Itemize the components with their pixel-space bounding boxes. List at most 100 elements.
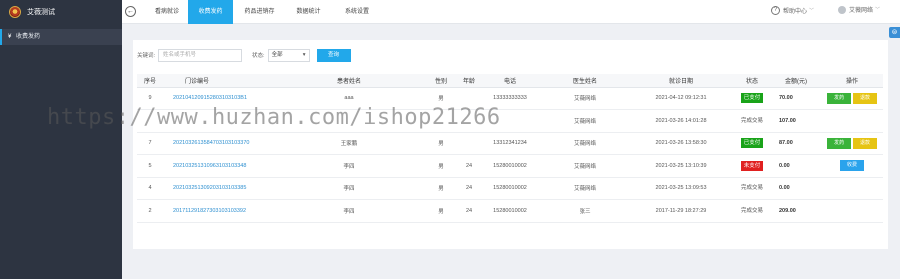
cell-no: 7 xyxy=(137,132,163,155)
tab-consultation[interactable]: 看病就诊 xyxy=(146,0,188,24)
col-amount: 金额(元) xyxy=(771,74,821,88)
cell-gender xyxy=(423,109,459,133)
status-select-value: 全部 xyxy=(271,51,283,58)
chevron-down-icon: ﹀ xyxy=(875,7,881,13)
keyword-label: 关键词: xyxy=(137,53,156,59)
table-row: 7 2021032613584703103103370 王家鹏男 1331234123… xyxy=(137,132,883,155)
cell-phone: 15280010002 xyxy=(479,154,541,178)
cell-amount: 70.00 xyxy=(771,87,821,110)
cell-name: 李四 xyxy=(275,177,423,200)
dispense-button[interactable]: 发药 xyxy=(827,92,851,104)
cell-age xyxy=(459,132,479,155)
cell-date: 2021-03-26 13:58:30 xyxy=(629,132,733,155)
cell-date: 2021-03-25 13:09:53 xyxy=(629,177,733,200)
cell-date: 2021-04-12 09:12:31 xyxy=(629,87,733,110)
main-panel: 关键词: 姓名或手机号 状态: 全部 ▾ 查询 序号 门诊编号 患者姓名 性别 … xyxy=(133,40,888,249)
col-age: 年龄 xyxy=(459,74,479,88)
table-row: 2 201711291827303103103392 李四男 24 1528001000… xyxy=(137,199,883,223)
question-icon: ? xyxy=(771,6,780,15)
cell-doctor: 艾薇网络 xyxy=(541,109,629,133)
cell-id[interactable]: 2021032613584703103103370 xyxy=(163,132,275,155)
cell-id[interactable]: 202103251309203103103385 xyxy=(163,177,275,200)
refund-button[interactable]: 退款 xyxy=(853,137,877,149)
cell-status: 未支付 xyxy=(733,154,771,178)
cell-doctor: 张三 xyxy=(541,199,629,223)
cell-actions: 发药 退款 xyxy=(821,87,883,110)
charge-button[interactable]: 收费 xyxy=(840,160,864,172)
cell-status: 完成交易 xyxy=(733,177,771,200)
status-badge: 完成交易 xyxy=(740,185,763,192)
cell-actions xyxy=(821,177,883,200)
cell-status: 完成交易 xyxy=(733,199,771,223)
cell-age: 24 xyxy=(459,177,479,200)
chevron-down-icon: ﹀ xyxy=(809,8,815,14)
cell-actions: 发药 退款 xyxy=(821,132,883,155)
cell-no: 4 xyxy=(137,177,163,200)
cell-phone: 15280010002 xyxy=(479,199,541,223)
table-row: 5 202103251310963103103348 李四男 24 1528001000… xyxy=(137,154,883,178)
cell-age: 24 xyxy=(459,199,479,223)
search-button[interactable]: 查询 xyxy=(316,48,351,62)
cell-amount: 87.00 xyxy=(771,132,821,155)
cell-date: 2017-11-29 18:27:29 xyxy=(629,199,733,223)
dispense-button[interactable]: 发药 xyxy=(827,137,851,149)
tab-statistics[interactable]: 数据统计 xyxy=(286,0,331,24)
cell-doctor: 艾薇网络 xyxy=(541,154,629,178)
filter-bar: 关键词: 姓名或手机号 状态: 全部 ▾ 查询 xyxy=(137,48,351,62)
brand: 艾薇测试 xyxy=(0,0,122,24)
refund-button[interactable]: 退款 xyxy=(853,92,877,104)
tab-billing-dispense[interactable]: 收费发药 xyxy=(188,0,233,24)
cell-phone: 15280010002 xyxy=(479,177,541,200)
cell-doctor: 艾薇网络 xyxy=(541,87,629,110)
tab-settings[interactable]: 系统设置 xyxy=(331,0,383,24)
sidebar: ¥ 收费发药 xyxy=(0,24,122,279)
cell-gender: 男 xyxy=(423,87,459,110)
col-actions: 操作 xyxy=(821,74,883,88)
cell-id[interactable]: 202103251310963103103348 xyxy=(163,154,275,178)
cell-age: 24 xyxy=(459,154,479,178)
tab-pharmacy-inventory[interactable]: 药品进销存 xyxy=(233,0,286,24)
status-badge: 完成交易 xyxy=(740,117,763,124)
side-toggle-icon[interactable]: ⊜ xyxy=(889,27,900,38)
cell-actions xyxy=(821,199,883,223)
yen-icon: ¥ xyxy=(8,34,12,40)
app-title: 艾薇测试 xyxy=(27,9,55,16)
cell-no: 5 xyxy=(137,154,163,178)
cell-amount: 0.00 xyxy=(771,154,821,178)
cell-no: 2 xyxy=(137,199,163,223)
help-center[interactable]: ? 帮助中心 ﹀ xyxy=(771,6,814,15)
table-header-row: 序号 门诊编号 患者姓名 性别 年龄 电话 医生姓名 就诊日期 状态 金额(元)… xyxy=(137,74,883,88)
col-date: 就诊日期 xyxy=(629,74,733,88)
col-doctor: 医生姓名 xyxy=(541,74,629,88)
status-badge: 已支付 xyxy=(740,138,764,149)
cell-amount: 209.00 xyxy=(771,199,821,223)
cell-doctor: 艾薇网络 xyxy=(541,177,629,200)
status-badge: 已支付 xyxy=(740,93,764,104)
cell-gender: 男 xyxy=(423,177,459,200)
cell-date: 2021-03-26 14:01:28 xyxy=(629,109,733,133)
cell-id[interactable] xyxy=(163,109,275,133)
cell-id[interactable]: 2021041209152803103103B1 xyxy=(163,87,275,110)
col-status: 状态 xyxy=(733,74,771,88)
cell-amount: 0.00 xyxy=(771,177,821,200)
cell-age xyxy=(459,109,479,133)
user-menu[interactable]: 艾薇网络 ﹀ xyxy=(838,5,880,14)
col-phone: 电话 xyxy=(479,74,541,88)
cell-phone xyxy=(479,109,541,133)
user-label: 艾薇网络 xyxy=(849,8,874,14)
status-badge: 未支付 xyxy=(740,160,764,171)
cell-status: 已支付 xyxy=(733,87,771,110)
col-name: 患者姓名 xyxy=(275,74,423,88)
cell-actions: 收费 xyxy=(821,154,883,178)
cell-date: 2021-03-25 13:10:39 xyxy=(629,154,733,178)
cell-id[interactable]: 201711291827303103103392 xyxy=(163,199,275,223)
top-bar: 艾薇测试 ← 看病就诊 收费发药 药品进销存 数据统计 系统设置 ? 帮助中心 … xyxy=(0,0,900,24)
cell-actions xyxy=(821,109,883,133)
keyword-input[interactable]: 姓名或手机号 xyxy=(158,48,243,62)
cell-name: 王家鹏 xyxy=(275,132,423,155)
back-arrow-icon[interactable]: ← xyxy=(125,6,136,17)
status-select[interactable]: 全部 ▾ xyxy=(267,48,310,62)
col-gender: 性别 xyxy=(423,74,459,88)
sidebar-item-billing[interactable]: ¥ 收费发药 xyxy=(0,29,122,45)
col-id: 门诊编号 xyxy=(163,74,275,88)
